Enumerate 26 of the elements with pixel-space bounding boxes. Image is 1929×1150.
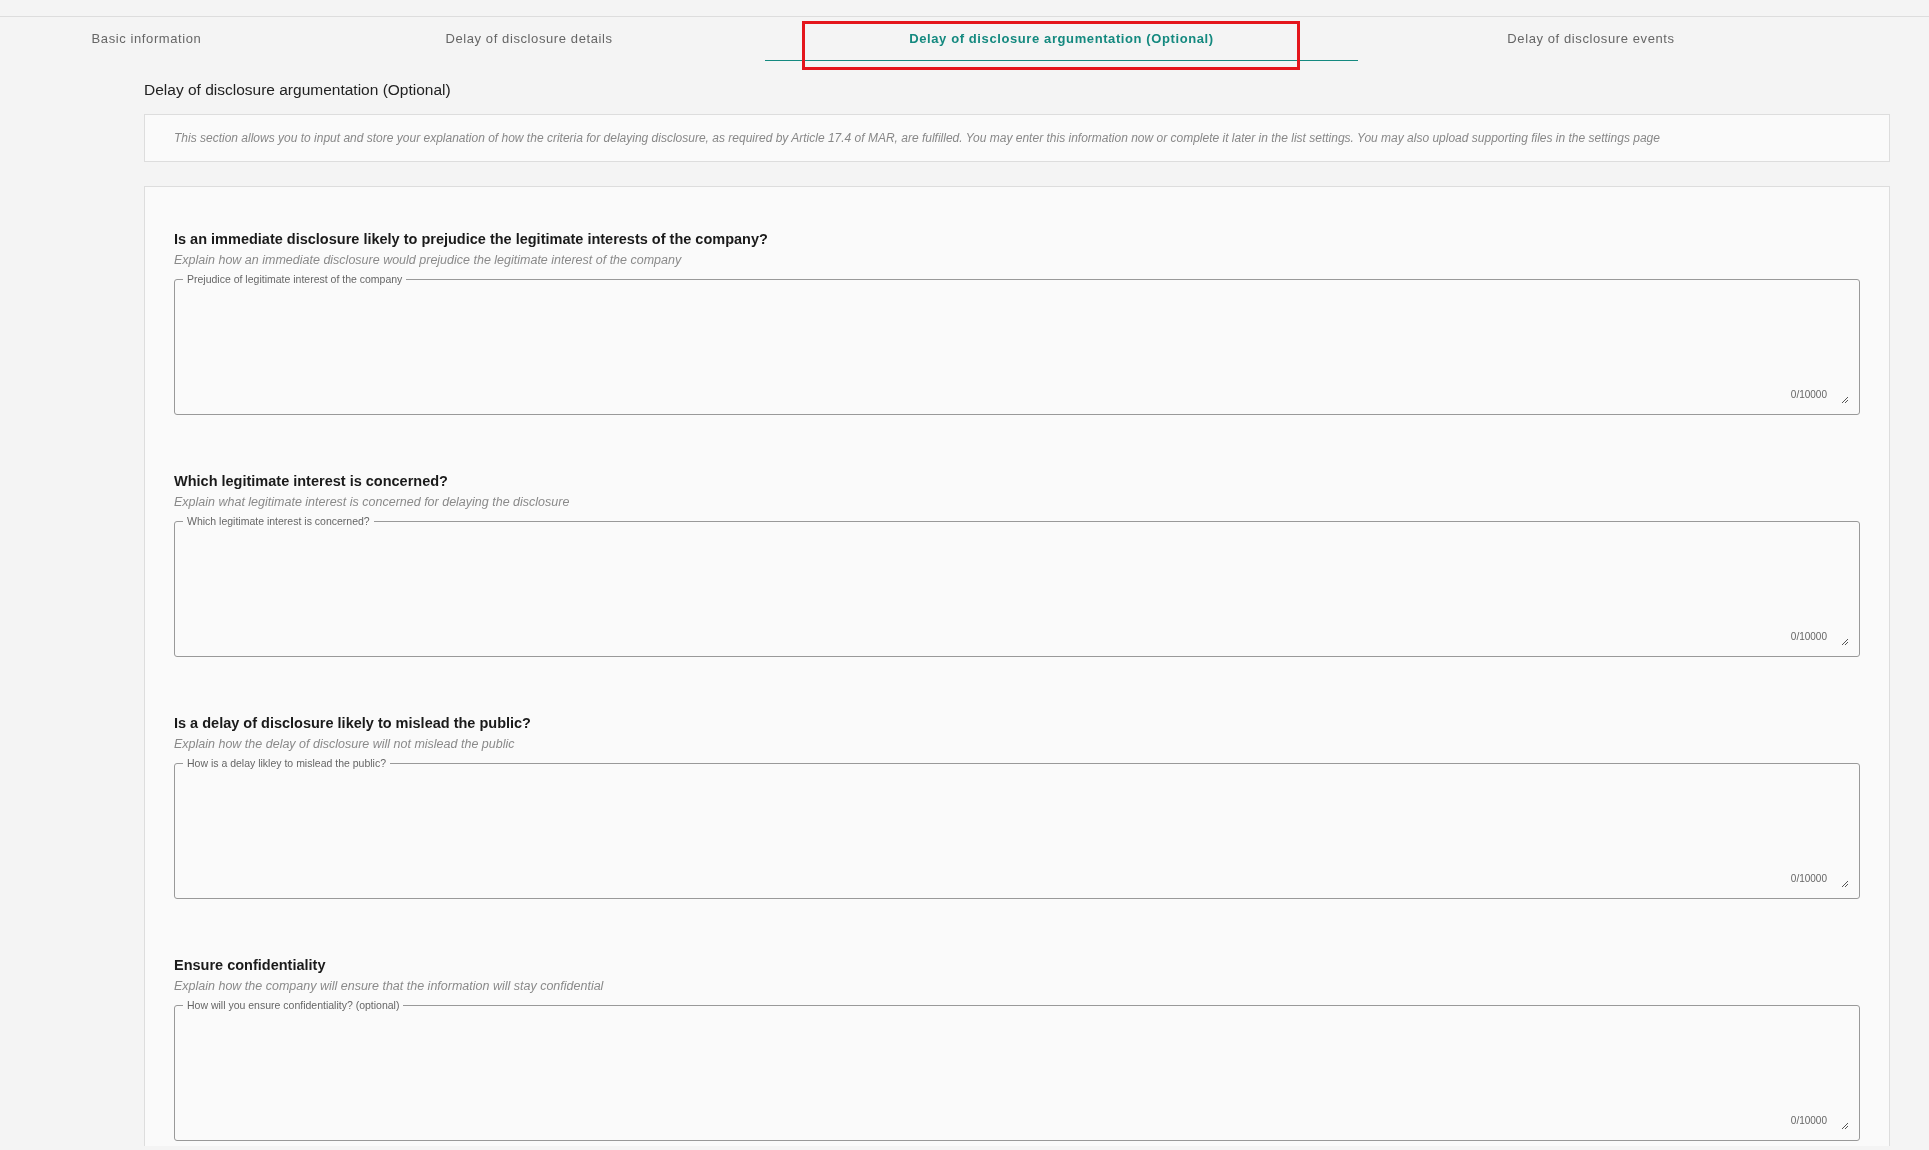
character-counter: 0/10000 (1790, 873, 1827, 884)
character-counter: 0/10000 (1790, 389, 1827, 400)
field-label: Prejudice of legitimate interest of the company (183, 273, 407, 286)
question-hint: Explain how the delay of disclosure will not mislead the public (174, 737, 516, 751)
resize-handle-icon[interactable] (1841, 396, 1849, 404)
tab[interactable]: Delay of disclosure details (293, 17, 765, 61)
tab[interactable]: Delay of disclosure argumentation (Optional) (765, 17, 1358, 61)
section-title: Delay of disclosure argumentation (Optional) (144, 81, 452, 99)
question-title: Ensure confidentiality (174, 957, 327, 973)
question-title: Is an immediate disclosure likely to prejudice the legitimate interests of the company? (174, 231, 769, 247)
resize-handle-icon[interactable] (1841, 1122, 1849, 1130)
tab[interactable]: Delay of disclosure events (1358, 17, 1824, 61)
resize-handle-icon[interactable] (1841, 880, 1849, 888)
question-hint: Explain how the company will ensure that the information will stay confidential (174, 979, 605, 993)
character-counter: 0/10000 (1790, 1115, 1827, 1126)
resize-handle-icon[interactable] (1841, 638, 1849, 646)
field-label: How will you ensure confidentiality? (optional) (183, 999, 404, 1012)
question-hint: Explain what legitimate interest is concerned for delaying the disclosure (174, 495, 571, 509)
character-counter: 0/10000 (1790, 631, 1827, 642)
tab[interactable]: Basic information (0, 17, 293, 61)
field-label: How is a delay likley to mislead the public? (183, 757, 390, 770)
field-label: Which legitimate interest is concerned? (183, 515, 374, 528)
question-title: Is a delay of disclosure likely to mislead the public? (174, 715, 532, 731)
question-title: Which legitimate interest is concerned? (174, 473, 449, 489)
question-hint: Explain how an immediate disclosure would prejudice the legitimate interest of the company (174, 253, 683, 267)
info-text: This section allows you to input and store your explanation of how the criteria for delaying disclosure, as required by Article 17.4 of MAR, are fulfilled. You may enter this information now or complete it later in the list settings. You may also upload supporting files in the settings page (144, 114, 1890, 162)
